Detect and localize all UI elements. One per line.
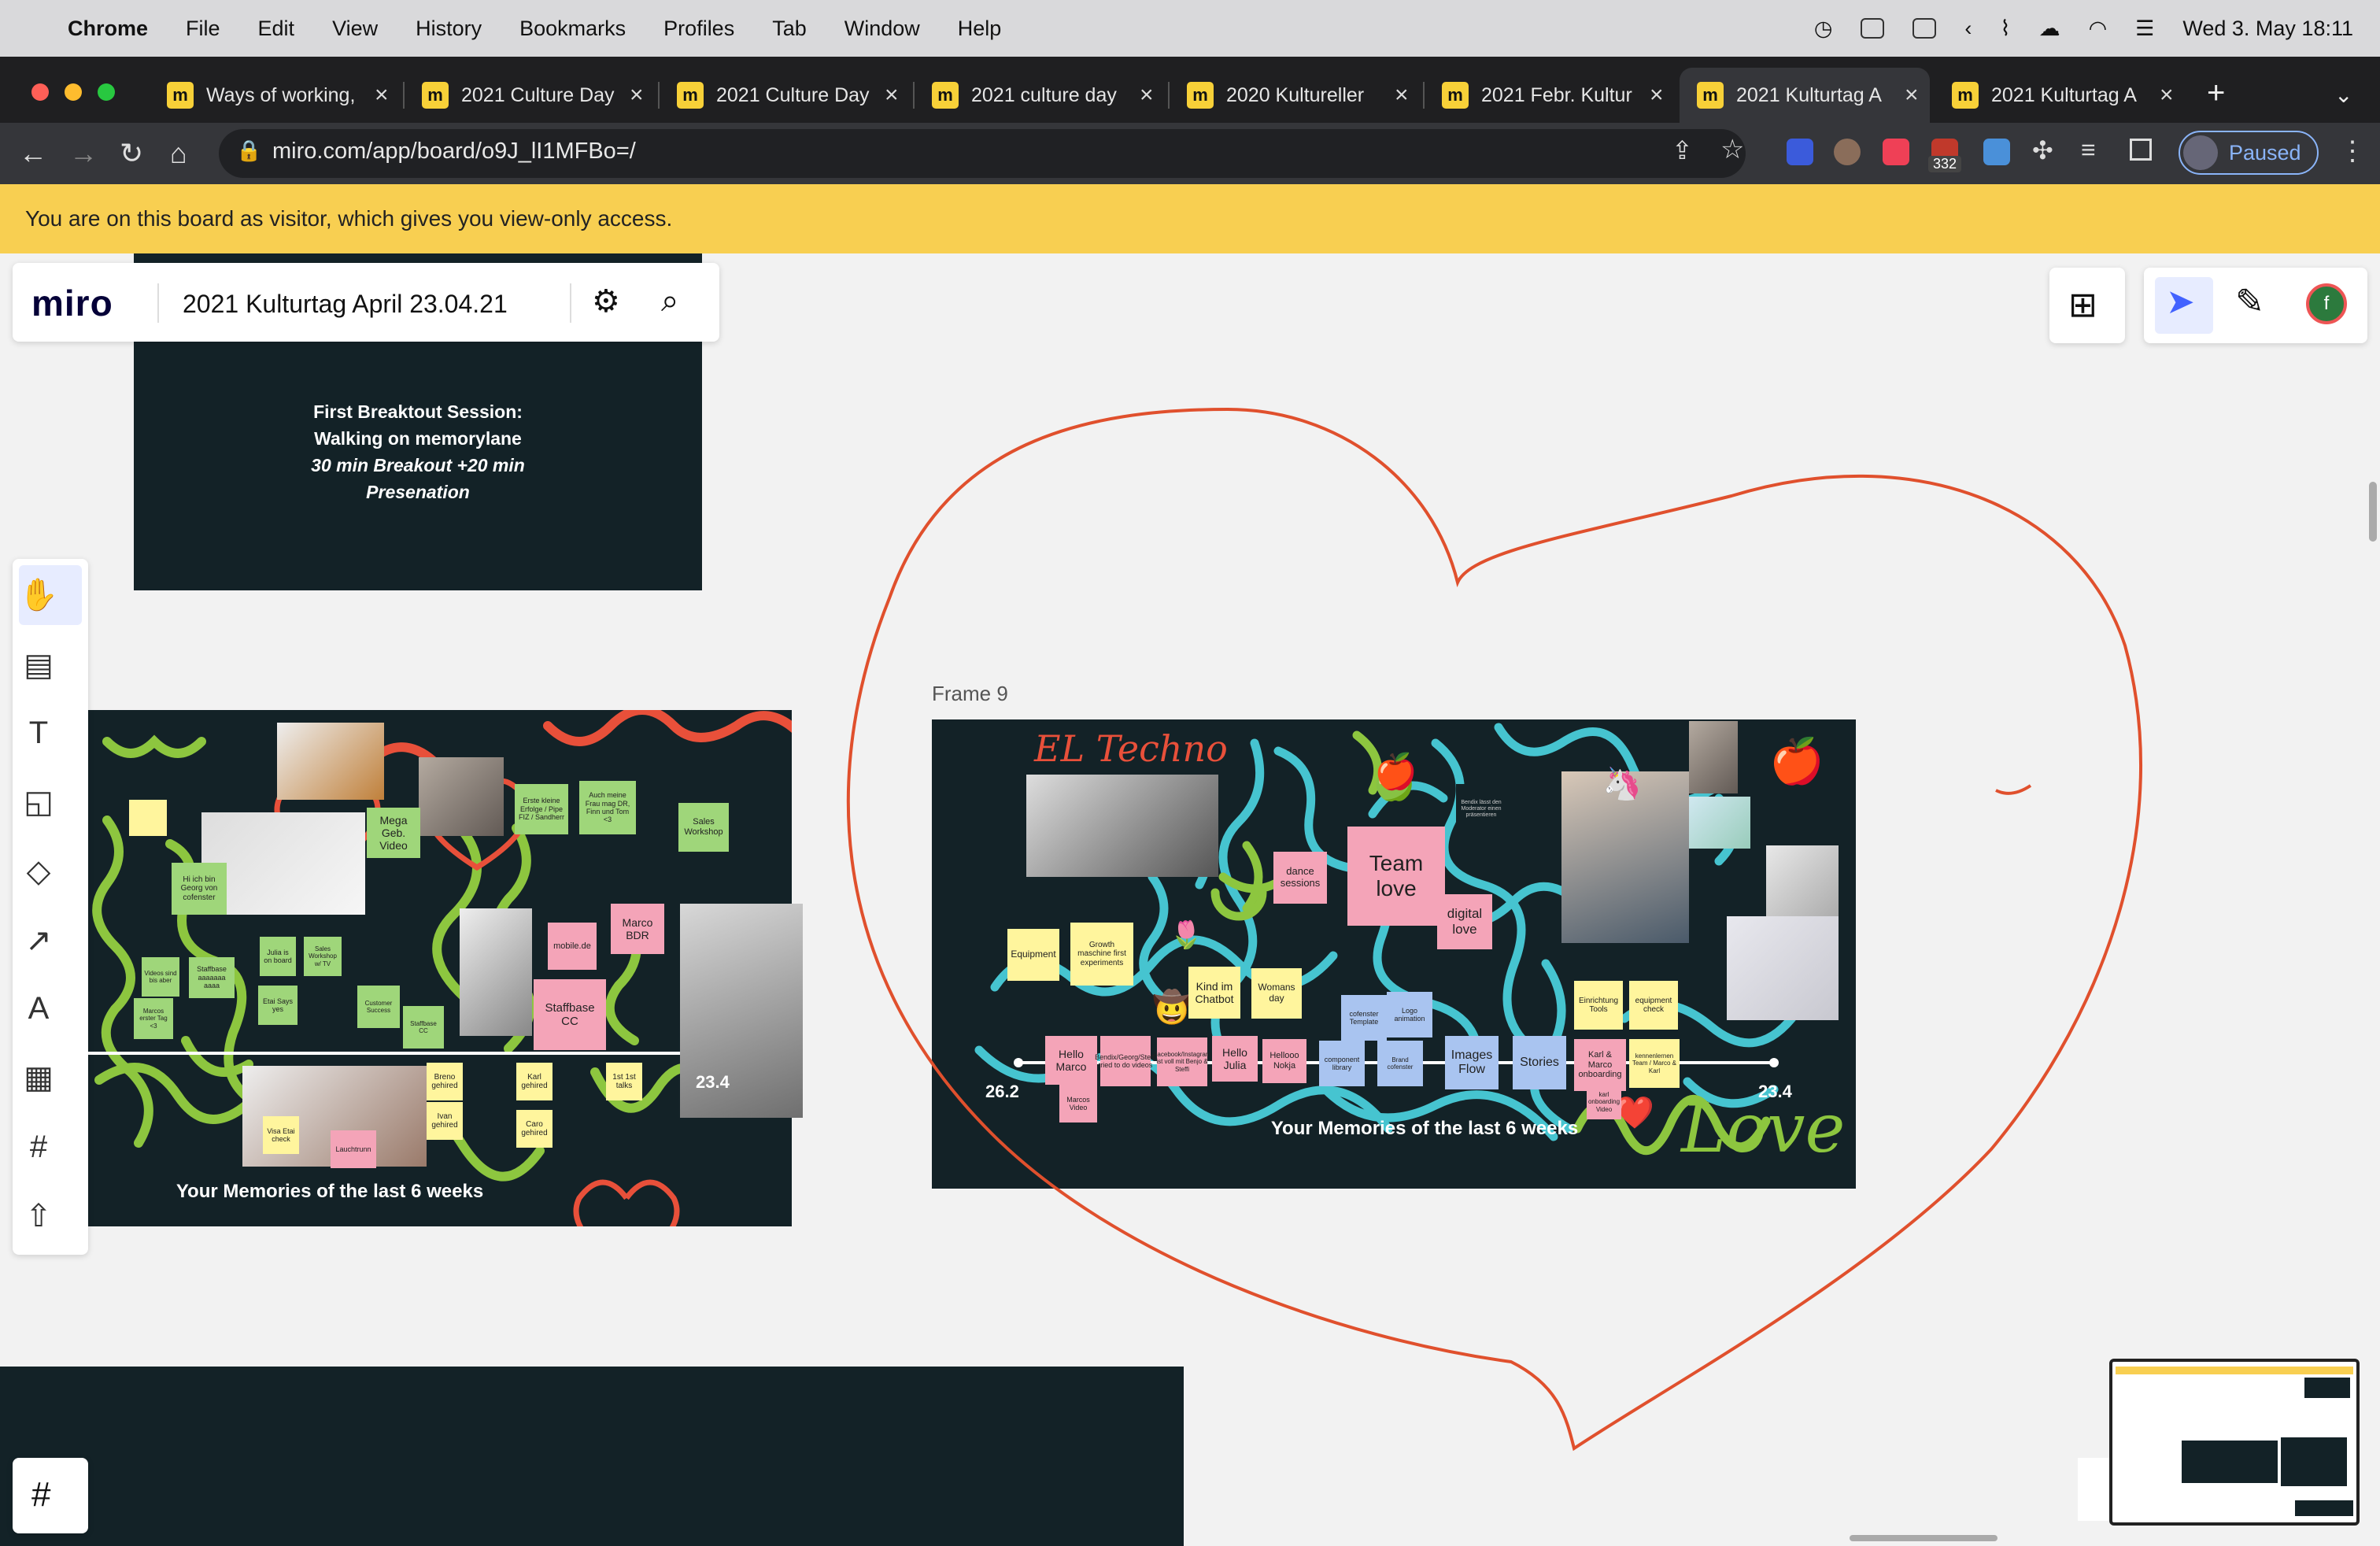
search-icon[interactable]: ⌕: [661, 283, 678, 319]
templates-tool-icon[interactable]: ▦: [19, 1058, 58, 1097]
minimap-frame: [2182, 1441, 2278, 1483]
frames-icon: #: [31, 1475, 51, 1514]
shapes-tool-icon[interactable]: ◇: [19, 852, 58, 891]
connection-line-tool-icon[interactable]: ↗: [19, 921, 58, 960]
sticky-note-tool-icon[interactable]: ◱: [19, 782, 58, 822]
miro-logo[interactable]: miro: [31, 282, 113, 324]
header-divider: [157, 283, 159, 323]
pen-tool-icon[interactable]: A: [19, 989, 58, 1028]
apps-icon[interactable]: ⊞: [2068, 285, 2097, 325]
upload-tool-icon[interactable]: ⇧: [19, 1196, 58, 1236]
board-title[interactable]: 2021 Kulturtag April 23.04.21: [183, 290, 508, 319]
comment-tool-icon[interactable]: ▤: [19, 645, 58, 685]
settings-gear-icon[interactable]: ⚙: [592, 283, 620, 320]
heart-drawing: [846, 407, 2143, 1452]
user-avatar[interactable]: f: [2306, 283, 2347, 324]
text-tool-icon[interactable]: T: [19, 713, 58, 753]
header-divider: [570, 283, 571, 323]
horizontal-scrollbar[interactable]: [1850, 1535, 1998, 1541]
frame-tool-icon[interactable]: #: [19, 1127, 58, 1167]
minimap-toggle[interactable]: [2078, 1458, 2109, 1521]
minimap-frame: [2295, 1500, 2353, 1516]
hand-tool-icon[interactable]: ✋: [19, 575, 58, 614]
reactions-icon[interactable]: ✎: [2235, 282, 2264, 322]
vertical-scrollbar[interactable]: [2369, 482, 2377, 542]
minimap-frame: [2281, 1437, 2347, 1486]
minimap-banner: [2116, 1367, 2353, 1374]
minimap-frame: [2304, 1378, 2350, 1398]
bottom-frame[interactable]: [0, 1367, 1184, 1546]
board-minimap[interactable]: [2109, 1359, 2360, 1526]
cursor-filter-icon[interactable]: ➤: [2166, 282, 2195, 322]
